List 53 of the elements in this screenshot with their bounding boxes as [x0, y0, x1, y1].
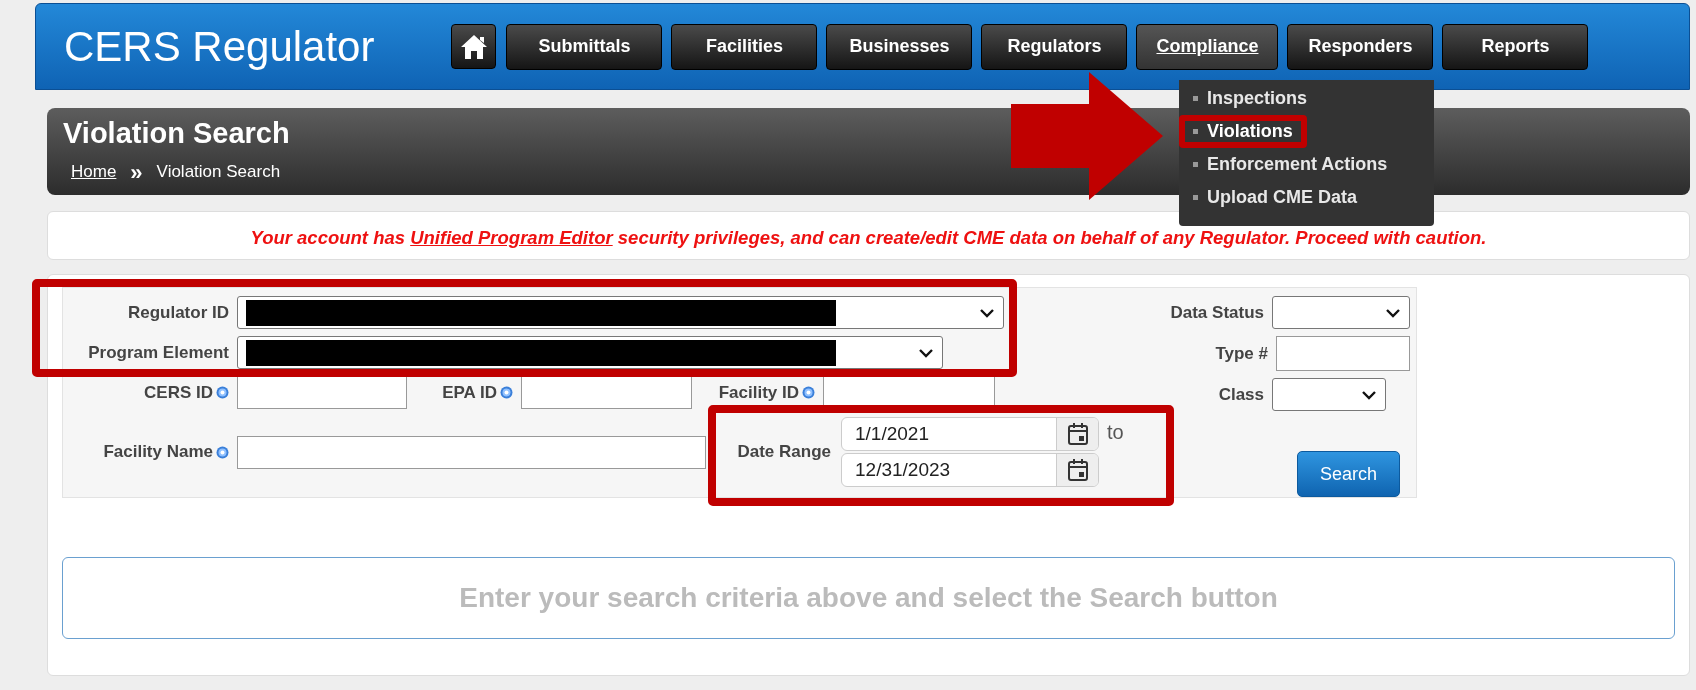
warning-message: Your account has Unified Program Editor security privileges, and can create/edit CME data on behalf of any Regulator. Proceed with caution. — [249, 227, 1488, 249]
date-field[interactable]: 12/31/2023 — [841, 453, 1099, 487]
text-field[interactable] — [237, 376, 407, 409]
menu-item[interactable]: Inspections — [1179, 82, 1322, 115]
menu-item[interactable]: Upload CME Data — [1179, 181, 1371, 214]
dropdown-field[interactable] — [237, 336, 943, 369]
breadcrumb-link[interactable]: Home — [71, 162, 117, 182]
dropdown-field[interactable] — [1272, 296, 1410, 329]
date-separator: to — [1107, 421, 1124, 444]
field-label: EPA ID — [442, 382, 497, 403]
nav-tab[interactable]: Businesses — [826, 23, 973, 70]
menu-item[interactable]: Enforcement Actions — [1179, 148, 1402, 181]
nav-tab[interactable]: Compliance — [1136, 23, 1279, 70]
chevron-icon — [918, 347, 934, 358]
calendar-icon[interactable] — [1066, 422, 1089, 446]
empty-results-message: Enter your search criteria above and select the Search button — [459, 582, 1278, 614]
text-field[interactable] — [521, 376, 692, 409]
app-title: CERS Regulator — [64, 22, 375, 71]
nav-tab[interactable]: Submittals — [506, 23, 663, 70]
field-label: Regulator ID — [127, 302, 229, 323]
nav-tab[interactable]: Reports — [1442, 23, 1589, 70]
field-label: Date Range — [737, 442, 831, 462]
field-label: Facility ID — [718, 382, 799, 403]
field-label: Class — [1218, 384, 1264, 405]
text-field[interactable] — [1276, 336, 1410, 371]
breadcrumb-separator: » — [130, 163, 143, 181]
text-field[interactable] — [237, 435, 706, 469]
field-label: Program Element — [88, 342, 229, 363]
help-icon[interactable] — [216, 386, 229, 399]
dropdown-field[interactable] — [237, 296, 1004, 329]
field-label: Data Status — [1170, 302, 1264, 323]
help-icon[interactable] — [500, 386, 513, 399]
help-icon[interactable] — [802, 386, 815, 399]
dropdown-field[interactable] — [1272, 378, 1386, 411]
home-button[interactable] — [451, 24, 497, 69]
field-label: Facility Name — [103, 442, 213, 462]
calendar-icon[interactable] — [1066, 458, 1089, 482]
chevron-icon — [1385, 307, 1401, 318]
search-button[interactable]: Search — [1297, 451, 1400, 497]
nav-tab[interactable]: Responders — [1287, 23, 1434, 70]
field-label: CERS ID — [144, 382, 213, 403]
nav-tab[interactable]: Facilities — [671, 23, 818, 70]
chevron-icon — [1361, 389, 1377, 400]
warning-link[interactable]: Unified Program Editor — [410, 227, 613, 248]
menu-item[interactable]: Violations — [1179, 115, 1307, 148]
nav-tab[interactable]: Regulators — [981, 23, 1128, 70]
page-title: Violation Search — [63, 116, 290, 150]
arrow-icon — [1011, 72, 1163, 200]
field-label: Type # — [1215, 343, 1268, 364]
chevron-icon — [979, 307, 995, 318]
date-field[interactable]: 1/1/2021 — [841, 417, 1099, 451]
breadcrumb-current: Violation Search — [156, 162, 281, 182]
help-icon[interactable] — [216, 445, 229, 459]
